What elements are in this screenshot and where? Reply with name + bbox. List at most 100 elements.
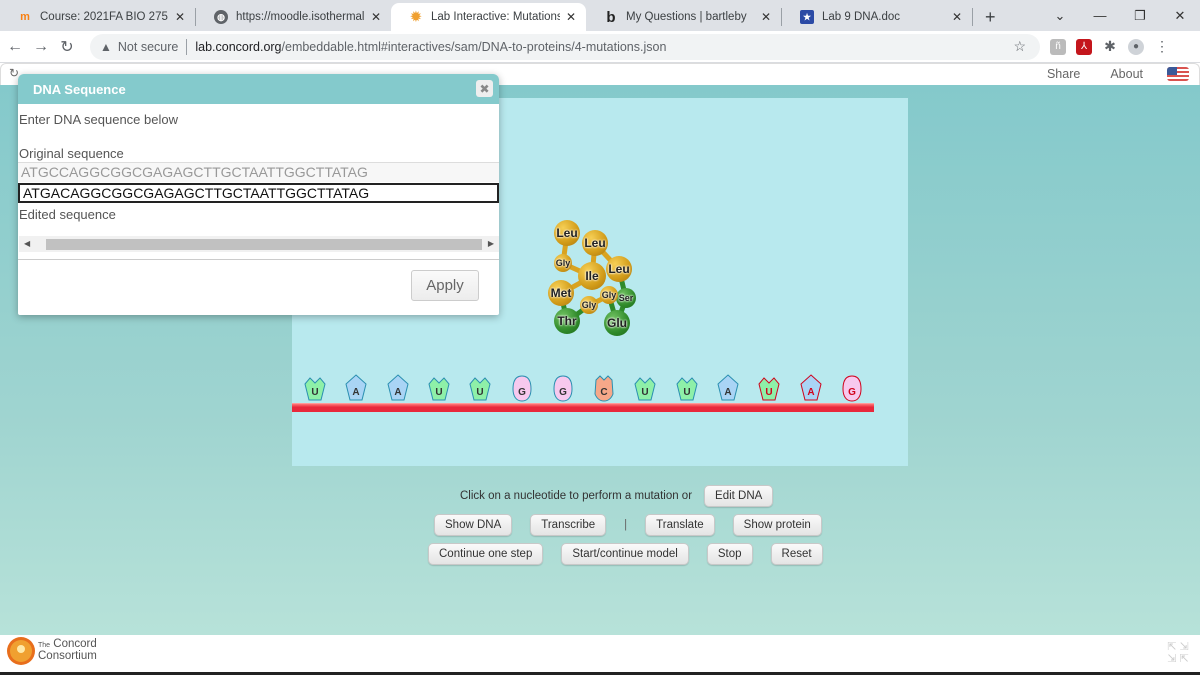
warning-icon: ▲ <box>100 39 112 54</box>
dialog-divider <box>18 259 499 260</box>
scroll-left-icon[interactable]: ◀ <box>24 239 30 248</box>
svg-text:A: A <box>807 387 814 398</box>
transcribe-button[interactable]: Transcribe <box>530 514 607 536</box>
svg-text:U: U <box>642 387 649 398</box>
nucleotide-A[interactable]: A <box>717 374 739 402</box>
dialog-header[interactable]: DNA Sequence ✖ <box>18 74 499 104</box>
amino-acid-gly: Gly <box>580 296 598 314</box>
share-link[interactable]: Share <box>1047 67 1080 81</box>
reset-button[interactable]: Reset <box>770 543 823 565</box>
nucleotide-U[interactable]: U <box>676 374 698 402</box>
show-dna-button[interactable]: Show DNA <box>434 514 513 536</box>
window-close-icon[interactable]: ✕ <box>1160 8 1200 24</box>
nucleotide-U[interactable]: U <box>304 374 326 402</box>
tab-title: Lab 9 DNA.doc <box>822 11 900 23</box>
edit-dna-button[interactable]: Edit DNA <box>704 485 774 507</box>
nucleotide-U[interactable]: U <box>634 374 656 402</box>
apply-button[interactable]: Apply <box>411 270 479 301</box>
logo-line1: Concord <box>53 638 97 650</box>
nucleotide-U[interactable]: U <box>428 374 450 402</box>
page-footer: The Concord Consortium ⇱ ⇲ ⇲ ⇱ <box>0 635 1200 675</box>
horizontal-scrollbar[interactable]: ◀ ▶ <box>19 236 499 252</box>
us-flag-icon[interactable] <box>1167 67 1189 81</box>
translate-button[interactable]: Translate <box>645 514 715 536</box>
svg-text:U: U <box>311 387 318 398</box>
profile-avatar-icon[interactable]: ● <box>1128 38 1144 55</box>
svg-text:G: G <box>518 387 526 398</box>
nucleotide-U[interactable]: U <box>469 374 491 402</box>
nucleotide-A[interactable]: A <box>387 374 409 402</box>
globe-icon: ◍ <box>214 10 228 24</box>
svg-text:G: G <box>848 387 856 398</box>
close-tab-icon[interactable]: ✕ <box>566 10 576 24</box>
tab-lab-interactive[interactable]: ✹ Lab Interactive: Mutations ✕ <box>391 3 586 31</box>
show-protein-button[interactable]: Show protein <box>732 514 822 536</box>
bookmark-star-icon[interactable]: ☆ <box>1013 38 1026 55</box>
nucleotide-A[interactable]: A <box>345 374 367 402</box>
svg-text:G: G <box>559 387 567 398</box>
extension-gray-icon[interactable]: ñ <box>1050 38 1066 55</box>
svg-text:A: A <box>724 387 731 398</box>
tab-bartleby[interactable]: b My Questions | bartleby ✕ <box>586 3 781 31</box>
svg-text:U: U <box>766 387 773 398</box>
dialog-instructions: Enter DNA sequence below <box>19 112 178 127</box>
continue-one-step-button[interactable]: Continue one step <box>428 543 544 565</box>
moodle-icon: m <box>20 11 30 23</box>
amino-acid-ser: Ser <box>616 288 636 308</box>
reload-icon[interactable]: ↻ <box>56 37 78 57</box>
tab-course[interactable]: m Course: 2021FA BIO 275 700 ✕ <box>0 3 195 31</box>
close-icon[interactable]: ✖ <box>476 80 493 97</box>
nucleotide-C[interactable]: C <box>593 374 615 402</box>
close-tab-icon[interactable]: ✕ <box>371 10 381 24</box>
edited-sequence-label: Edited sequence <box>19 207 116 222</box>
concord-bulb-icon: ✹ <box>410 9 422 24</box>
adobe-pdf-icon[interactable]: ⅄ <box>1076 38 1092 55</box>
window-controls: ⌄ — ❐ ✕ <box>1040 0 1200 31</box>
logo-the: The <box>38 642 51 649</box>
svg-text:C: C <box>600 387 607 398</box>
menu-kebab-icon[interactable]: ⋮ <box>1154 38 1170 55</box>
url-host: lab.concord.org <box>195 39 282 54</box>
original-sequence-field: ATGCCAGGCGGCGAGAGCTTGCTAATTGGCTTATAG <box>18 162 499 182</box>
scrollbar-thumb[interactable] <box>46 239 482 250</box>
address-bar-row: ← → ↻ ▲ Not secure lab.concord.org /embe… <box>0 31 1200 63</box>
concord-consortium-logo[interactable]: The Concord Consortium <box>10 638 97 662</box>
nucleotide-U[interactable]: U <box>758 374 780 402</box>
svg-text:U: U <box>477 387 484 398</box>
close-tab-icon[interactable]: ✕ <box>175 10 185 24</box>
button-separator: | <box>624 519 628 531</box>
tab-search-chevron-icon[interactable]: ⌄ <box>1040 8 1080 24</box>
amino-acid-leu: Leu <box>582 230 608 256</box>
puzzle-extensions-icon[interactable]: ✱ <box>1102 38 1118 55</box>
close-tab-icon[interactable]: ✕ <box>952 10 962 24</box>
back-icon[interactable]: ← <box>4 38 26 56</box>
new-tab-button[interactable]: + <box>973 3 1008 31</box>
bartleby-icon: b <box>606 8 616 26</box>
amino-acid-thr: Thr <box>554 308 580 334</box>
scroll-right-icon[interactable]: ▶ <box>488 239 494 248</box>
about-link[interactable]: About <box>1110 67 1143 81</box>
svg-text:A: A <box>394 387 401 398</box>
edited-sequence-input[interactable]: ATGACAGGCGGCGAGAGCTTGCTAATTGGCTTATAG <box>18 183 499 203</box>
amino-acid-leu: Leu <box>606 256 632 282</box>
close-tab-icon[interactable]: ✕ <box>761 10 771 24</box>
start-continue-button[interactable]: Start/continue model <box>561 543 689 565</box>
restore-icon[interactable]: ❐ <box>1120 8 1160 24</box>
tab-moodle-link[interactable]: ◍ https://moodle.isothermal.ed ✕ <box>196 3 391 31</box>
nucleotide-G[interactable]: G <box>511 374 533 402</box>
tab-title: Course: 2021FA BIO 275 700 <box>40 11 169 23</box>
extensions-area: ñ ⅄ ✱ ● ⋮ <box>1050 38 1170 55</box>
amino-acid-leu: Leu <box>554 220 580 246</box>
minimize-icon[interactable]: — <box>1080 8 1120 23</box>
svg-text:U: U <box>683 387 690 398</box>
stop-button[interactable]: Stop <box>706 543 753 565</box>
url-input[interactable]: ▲ Not secure lab.concord.org /embeddable… <box>90 33 1040 60</box>
fullscreen-icon[interactable]: ⇱ ⇲ ⇲ ⇱ <box>1166 641 1190 665</box>
nucleotide-G[interactable]: G <box>841 374 863 402</box>
nucleotide-G[interactable]: G <box>552 374 574 402</box>
forward-icon[interactable]: → <box>30 38 52 56</box>
nucleotide-A[interactable]: A <box>800 374 822 402</box>
mrna-backbone <box>292 403 874 412</box>
tab-lab-doc[interactable]: ★ Lab 9 DNA.doc ✕ <box>782 3 972 31</box>
tab-title: My Questions | bartleby <box>626 11 747 23</box>
